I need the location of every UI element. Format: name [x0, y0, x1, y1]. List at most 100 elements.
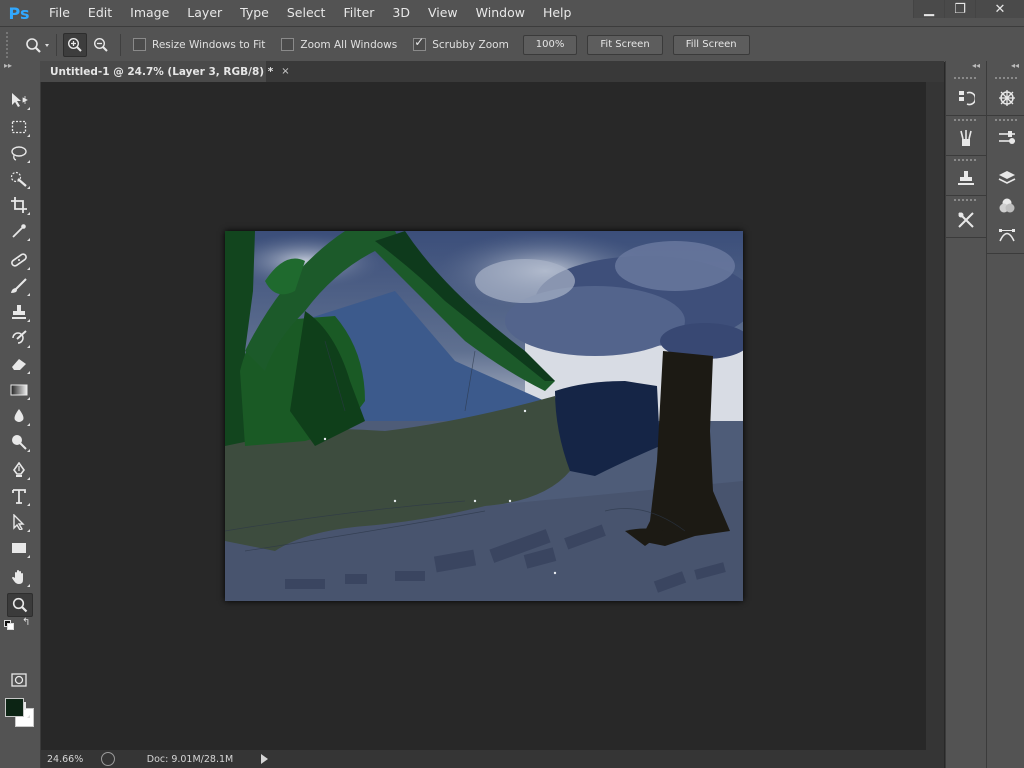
- menu-select[interactable]: Select: [278, 0, 335, 26]
- document-canvas[interactable]: [224, 231, 755, 601]
- swap-colors-icon[interactable]: ↰: [22, 617, 30, 628]
- dodge-tool[interactable]: [7, 431, 31, 453]
- quick-mask-button[interactable]: [7, 669, 31, 691]
- adjustments-panel-button[interactable]: [994, 125, 1020, 151]
- resize-windows-checkbox[interactable]: Resize Windows to Fit: [133, 38, 265, 51]
- tools-panel: ▸▸ ↰: [0, 61, 41, 768]
- quick-selection-tool[interactable]: [7, 168, 31, 190]
- history-brush-icon: [12, 330, 27, 344]
- options-grip[interactable]: [6, 31, 16, 58]
- close-button[interactable]: ✕: [975, 0, 1024, 18]
- fill-screen-button[interactable]: Fill Screen: [672, 34, 750, 55]
- blur-drop-icon: [14, 409, 24, 422]
- scrubby-zoom-checkbox-box[interactable]: [413, 35, 427, 51]
- pen-tool[interactable]: [7, 459, 31, 481]
- crop-tool[interactable]: [7, 194, 31, 216]
- path-selection-tool[interactable]: [7, 511, 31, 533]
- menu-help[interactable]: Help: [534, 0, 581, 26]
- history-panel-button[interactable]: [953, 85, 979, 111]
- dock-grip[interactable]: [995, 77, 1017, 82]
- panel-dock-left: ◂◂: [945, 61, 986, 768]
- minimize-button[interactable]: ▁: [913, 0, 944, 18]
- menu-3d[interactable]: 3D: [383, 0, 419, 26]
- menu-window[interactable]: Window: [467, 0, 534, 26]
- default-colors-icon[interactable]: [4, 620, 14, 630]
- channels-panel-button[interactable]: [994, 193, 1020, 219]
- marquee-tool[interactable]: [7, 116, 31, 138]
- paths-panel-button[interactable]: [994, 222, 1020, 248]
- zoom-tool[interactable]: [7, 593, 33, 617]
- zoom-all-windows-checkbox[interactable]: Zoom All Windows: [281, 38, 397, 51]
- status-profile-icon[interactable]: [101, 752, 115, 766]
- type-tool[interactable]: [7, 485, 31, 507]
- foreground-color-swatch[interactable]: [5, 698, 24, 717]
- brush-tool[interactable]: [7, 275, 31, 297]
- layers-icon: [998, 171, 1016, 184]
- brush-presets-panel-button[interactable]: [953, 125, 979, 151]
- eyedropper-tool[interactable]: [7, 220, 31, 242]
- dock-separator: [946, 115, 986, 116]
- quick-mask-icon: [11, 673, 27, 687]
- pen-icon: [13, 462, 25, 477]
- bandage-icon: [11, 253, 27, 267]
- menu-type[interactable]: Type: [231, 0, 278, 26]
- healing-brush-tool[interactable]: [7, 249, 31, 271]
- layers-panel-button[interactable]: [994, 165, 1020, 191]
- status-zoom-level[interactable]: 24.66%: [41, 754, 97, 765]
- eyedropper-icon: [12, 224, 26, 238]
- hand-tool[interactable]: [7, 566, 31, 588]
- rectangle-tool[interactable]: [7, 537, 31, 559]
- menu-image[interactable]: Image: [121, 0, 178, 26]
- dock-collapse-toggle[interactable]: ◂◂: [987, 61, 1024, 71]
- dock-collapse-toggle[interactable]: ◂◂: [946, 61, 986, 71]
- photoshop-logo-icon: Ps: [8, 3, 30, 23]
- zoom-out-mode-button[interactable]: [90, 34, 112, 56]
- document-tab[interactable]: Untitled-1 @ 24.7% (Layer 3, RGB/8) * ×: [40, 61, 290, 82]
- dock-grip[interactable]: [995, 119, 1017, 124]
- gradient-tool[interactable]: [7, 379, 31, 401]
- history-brush-tool[interactable]: [7, 327, 31, 349]
- status-menu-arrow-icon[interactable]: [261, 754, 268, 764]
- status-bar: 24.66% Doc: 9.01M/28.1M: [41, 750, 944, 768]
- navigator-panel-button[interactable]: [994, 85, 1020, 111]
- tab-close-icon[interactable]: ×: [281, 66, 289, 77]
- rectangular-marquee-icon: [11, 120, 27, 134]
- dock-separator: [987, 253, 1024, 254]
- dock-grip[interactable]: [954, 119, 976, 124]
- zoom-in-mode-button[interactable]: [63, 32, 87, 57]
- move-icon: [12, 93, 28, 107]
- dock-grip[interactable]: [954, 159, 976, 164]
- tool-presets-panel-button[interactable]: [953, 207, 979, 233]
- vertical-scrollbar[interactable]: [926, 82, 944, 750]
- clone-stamp-tool[interactable]: [7, 301, 31, 323]
- path-selection-arrow-icon: [13, 514, 25, 530]
- rectangle-shape-icon: [12, 543, 26, 553]
- dock-grip[interactable]: [954, 199, 976, 204]
- menu-edit[interactable]: Edit: [79, 0, 121, 26]
- panel-dock-right: ◂◂: [986, 61, 1024, 768]
- restore-button[interactable]: ❐: [944, 0, 975, 18]
- zoom-all-windows-checkbox-box[interactable]: [281, 38, 295, 51]
- dodge-icon: [12, 435, 27, 450]
- lasso-tool[interactable]: [7, 142, 31, 164]
- scrubby-zoom-checkbox[interactable]: Scrubby Zoom: [413, 35, 509, 51]
- menu-layer[interactable]: Layer: [178, 0, 231, 26]
- move-tool[interactable]: [7, 89, 31, 111]
- document-tab-bar: Untitled-1 @ 24.7% (Layer 3, RGB/8) * ×: [40, 61, 944, 82]
- crop-icon: [11, 197, 27, 213]
- clone-source-panel-button[interactable]: [953, 165, 979, 191]
- tools-collapse-toggle[interactable]: ▸▸: [0, 61, 40, 71]
- menu-view[interactable]: View: [419, 0, 467, 26]
- zoom-100-button[interactable]: 100%: [522, 34, 578, 55]
- menu-filter[interactable]: Filter: [334, 0, 383, 26]
- blur-tool[interactable]: [7, 405, 31, 427]
- gradient-icon: [10, 384, 28, 396]
- tool-preset-picker[interactable]: [24, 36, 50, 54]
- menu-file[interactable]: File: [40, 0, 79, 26]
- dock-grip[interactable]: [954, 77, 976, 82]
- separator: [120, 33, 121, 56]
- menu-bar: Ps File Edit Image Layer Type Select Fil…: [0, 0, 1024, 26]
- eraser-tool[interactable]: [7, 353, 31, 375]
- fit-screen-button[interactable]: Fit Screen: [587, 34, 663, 55]
- resize-windows-checkbox-box[interactable]: [133, 38, 146, 51]
